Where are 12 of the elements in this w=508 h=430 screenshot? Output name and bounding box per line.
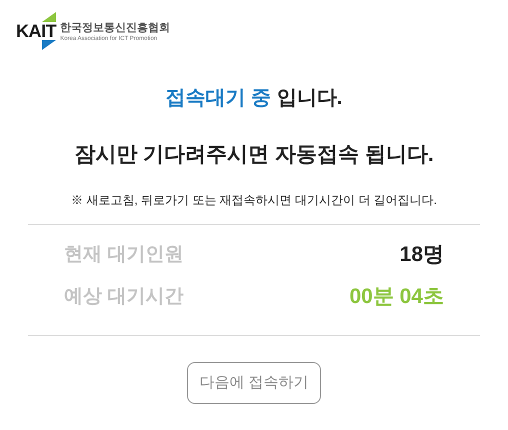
logo-name: 한국정보통신진흥협회 [60, 22, 170, 34]
notice-text: ※ 새로고침, 뒤로가기 또는 재접속하시면 대기시간이 더 길어집니다. [70, 192, 437, 208]
wait-message: 잠시만 기다려주시면 자동접속 됩니다. [74, 142, 434, 168]
connect-later-button[interactable]: 다음에 접속하기 [187, 362, 321, 404]
logo-triangle-icon [42, 12, 56, 22]
stat-label: 예상 대기시간 [64, 284, 184, 309]
stat-value: 00분 04초 [349, 284, 444, 310]
logo-triangle-icon [42, 40, 56, 50]
logo-mark: KAIT [16, 22, 56, 40]
stat-label: 현재 대기인원 [64, 242, 184, 267]
heading: 접속대기 중 입니다. [166, 86, 342, 111]
stat-value: 18명 [400, 242, 444, 268]
